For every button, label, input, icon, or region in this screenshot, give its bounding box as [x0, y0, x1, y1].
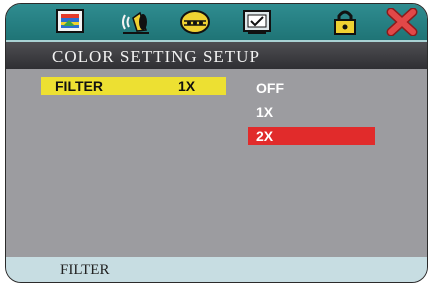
option-2x[interactable]: 2X [248, 127, 375, 145]
title-bar: COLOR SETTING SETUP [6, 40, 427, 69]
status-bar: FILTER [6, 257, 427, 282]
status-text: FILTER [60, 262, 110, 278]
option-off[interactable]: OFF [248, 79, 375, 97]
audio-setup-icon[interactable] [119, 8, 153, 36]
osd-menu: COLOR SETTING SETUP FILTER 1X OFF 1X 2X … [5, 3, 428, 283]
filter-label: FILTER [55, 78, 103, 94]
filter-current-value: 1X [178, 78, 196, 94]
password-lock-icon[interactable] [328, 8, 362, 36]
preference-setup-icon[interactable] [240, 8, 274, 36]
option-label: 2X [256, 128, 274, 144]
option-1x[interactable]: 1X [248, 103, 375, 121]
filter-setting-row[interactable]: FILTER 1X [41, 77, 226, 95]
picture-setup-icon[interactable] [53, 8, 87, 36]
page-title: COLOR SETTING SETUP [52, 47, 260, 66]
option-label: 1X [256, 104, 274, 120]
disc-setup-icon[interactable] [178, 8, 212, 36]
settings-panel: FILTER 1X OFF 1X 2X [6, 69, 427, 257]
exit-icon[interactable] [385, 7, 419, 37]
option-label: OFF [256, 80, 284, 96]
setup-toolbar [6, 4, 427, 40]
